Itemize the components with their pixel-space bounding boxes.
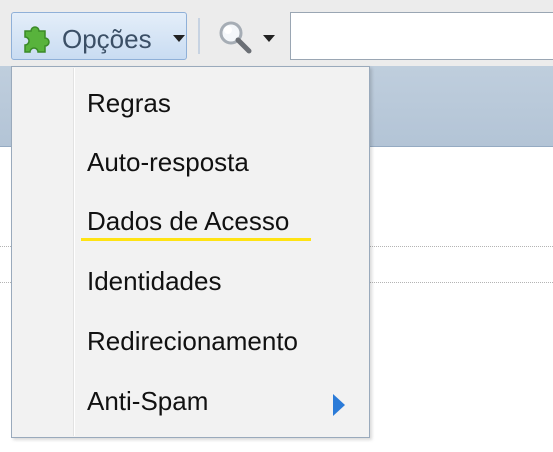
options-button-label: Opções: [62, 24, 152, 54]
menu-item-label: Identidades: [87, 266, 222, 296]
menu-item-label: Redirecionamento: [87, 326, 299, 356]
chevron-down-icon: [173, 35, 185, 42]
options-button[interactable]: Opções: [11, 12, 187, 60]
toolbar-separator: [198, 18, 200, 54]
search-input[interactable]: [290, 12, 553, 60]
menu-item-dados-de-acesso[interactable]: Dados de Acesso: [13, 192, 368, 252]
menu-item-redirecionamento[interactable]: Redirecionamento: [13, 312, 368, 372]
menu-item-label: Dados de Acesso: [87, 206, 290, 236]
highlight-underline: [81, 238, 311, 241]
puzzle-icon: [24, 26, 50, 53]
menu-item-regras[interactable]: Regras: [13, 74, 368, 134]
search-button[interactable]: [216, 18, 278, 56]
menu-item-identidades[interactable]: Identidades: [13, 252, 368, 312]
menu-item-anti-spam[interactable]: Anti-Spam: [13, 372, 368, 432]
toolbar: Opções: [0, 0, 553, 66]
menu-item-label: Anti-Spam: [87, 386, 209, 416]
submenu-arrow-icon: [333, 394, 345, 416]
menu-item-label: Auto-resposta: [87, 147, 249, 177]
menu-item-auto-resposta[interactable]: Auto-resposta: [13, 133, 368, 193]
chevron-down-icon: [263, 35, 275, 42]
options-dropdown-menu: Regras Auto-resposta Dados de Acesso Ide…: [11, 66, 370, 438]
magnifier-icon: [219, 21, 252, 54]
menu-item-label: Regras: [87, 88, 171, 118]
